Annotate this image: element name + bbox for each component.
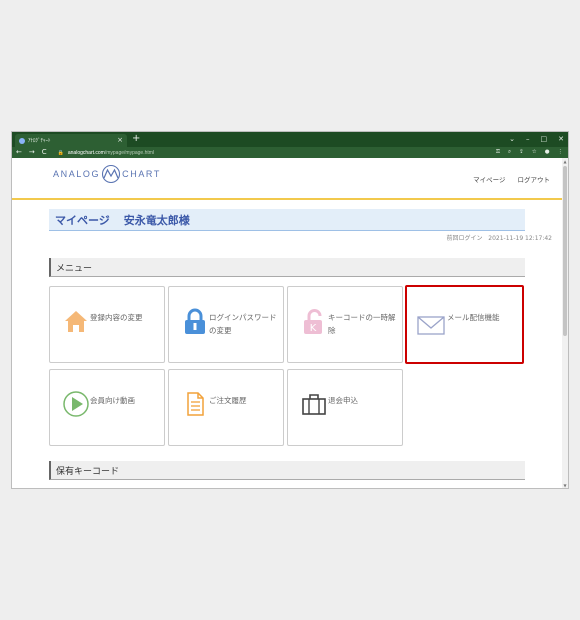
- logo-text-right: CHART: [122, 169, 161, 179]
- profile-icon[interactable]: ●: [545, 147, 550, 158]
- menu-item-member-video[interactable]: 会員向け動画: [49, 369, 165, 446]
- close-window-icon[interactable]: ✕: [558, 132, 564, 146]
- site-logo[interactable]: ANALOG CHART: [53, 164, 161, 184]
- menu-item-label: 退会申込: [328, 396, 358, 405]
- menu-item-label: 登録内容の変更: [90, 313, 143, 322]
- minimize-icon[interactable]: –: [526, 132, 530, 146]
- menu-icon[interactable]: ⋮: [558, 147, 564, 158]
- logo-mark-icon: [102, 164, 121, 184]
- menu-item-label: ログインパスワードの変更: [209, 313, 277, 335]
- menu-item-label: 会員向け動画: [90, 396, 135, 405]
- menu-item-label: ご注文履歴: [209, 396, 247, 405]
- window-controls: ⌄ – □ ✕: [509, 132, 564, 146]
- last-login-time: 2021-11-19 12:17:42: [488, 235, 552, 242]
- tab-title: ｱﾅﾛｸﾞﾁｬｰﾄ: [28, 138, 51, 144]
- tab-close-icon[interactable]: ×: [117, 137, 123, 144]
- page-title: マイページ 安永竜太郎様: [49, 209, 525, 231]
- address-bar: ← → C 🔒 analogchart.com/mypage/mypage.ht…: [12, 147, 568, 158]
- menu-section-header: メニュー: [49, 258, 525, 277]
- menu-header-text: メニュー: [56, 263, 93, 274]
- nav-mypage-link[interactable]: マイページ: [473, 174, 505, 184]
- envelope-icon: [417, 316, 445, 335]
- logo-text-left: ANALOG: [53, 169, 101, 179]
- reload-icon[interactable]: C: [42, 147, 47, 158]
- maximize-icon[interactable]: □: [541, 132, 548, 146]
- page-content: ANALOG CHART マイページ ログアウト マイページ 安永竜太郎様 前回…: [12, 158, 562, 488]
- url-field[interactable]: analogchart.com/mypage/mypage.html: [68, 150, 154, 156]
- last-login-label: 前回ログイン: [446, 235, 483, 242]
- briefcase-icon: [302, 394, 326, 415]
- new-tab-button[interactable]: +: [132, 133, 140, 145]
- document-icon: [187, 392, 204, 416]
- browser-tab[interactable]: ｱﾅﾛｸﾞﾁｬｰﾄ ×: [15, 134, 127, 147]
- lock-icon: [185, 308, 205, 334]
- house-icon: [65, 311, 87, 332]
- header-nav: マイページ ログアウト: [473, 174, 550, 184]
- browser-tab-bar: ｱﾅﾛｸﾞﾁｬｰﾄ × + ⌄ – □ ✕: [12, 132, 568, 147]
- zoom-icon[interactable]: ⌕: [508, 147, 511, 158]
- menu-item-profile-edit[interactable]: 登録内容の変更: [49, 286, 165, 363]
- menu-item-mail-delivery[interactable]: メール配信機能: [405, 285, 524, 364]
- lock-icon[interactable]: 🔒: [58, 150, 64, 156]
- key-icon[interactable]: ⚿: [496, 147, 500, 158]
- user-name: 安永竜太郎様: [123, 213, 190, 227]
- keycode-lock-icon: K: [304, 309, 322, 334]
- play-icon: [63, 391, 89, 417]
- tab-search-icon[interactable]: ⌄: [509, 132, 515, 146]
- menu-item-password-change[interactable]: ログインパスワードの変更: [168, 286, 284, 363]
- scroll-down-icon[interactable]: ▼: [562, 483, 568, 488]
- star-icon[interactable]: ☆: [532, 147, 537, 158]
- browser-toolbar: ⚿ ⌕ ⇪ ☆ ● ⋮: [496, 147, 563, 158]
- scroll-up-icon[interactable]: ▲: [562, 159, 568, 164]
- menu-item-withdrawal[interactable]: 退会申込: [287, 369, 403, 446]
- menu-item-label: キーコードの一時解除: [328, 313, 396, 335]
- back-icon[interactable]: ←: [16, 147, 22, 158]
- page-scrollbar[interactable]: ▲ ▼: [562, 158, 568, 488]
- menu-item-order-history[interactable]: ご注文履歴: [168, 369, 284, 446]
- url-host: analogchart.com: [67, 149, 105, 156]
- nav-logout-link[interactable]: ログアウト: [518, 174, 551, 184]
- browser-window: ｱﾅﾛｸﾞﾁｬｰﾄ × + ⌄ – □ ✕ ← → C 🔒 analogchar…: [11, 131, 569, 489]
- keycode-header-text: 保有キーコード: [56, 466, 120, 477]
- share-icon[interactable]: ⇪: [519, 147, 524, 158]
- keycode-section-header: 保有キーコード: [49, 461, 525, 480]
- menu-item-keycode-release[interactable]: K キーコードの一時解除: [287, 286, 403, 363]
- favicon-icon: [19, 137, 25, 144]
- menu-item-label: メール配信機能: [447, 313, 500, 322]
- last-login: 前回ログイン 2021-11-19 12:17:42: [447, 233, 552, 242]
- site-header: ANALOG CHART マイページ ログアウト: [12, 158, 562, 200]
- scroll-thumb[interactable]: [563, 166, 567, 336]
- forward-icon[interactable]: →: [29, 147, 35, 158]
- page-title-text: マイページ: [55, 213, 110, 227]
- svg-text:K: K: [310, 323, 317, 334]
- url-path: /mypage/mypage.html: [104, 149, 155, 156]
